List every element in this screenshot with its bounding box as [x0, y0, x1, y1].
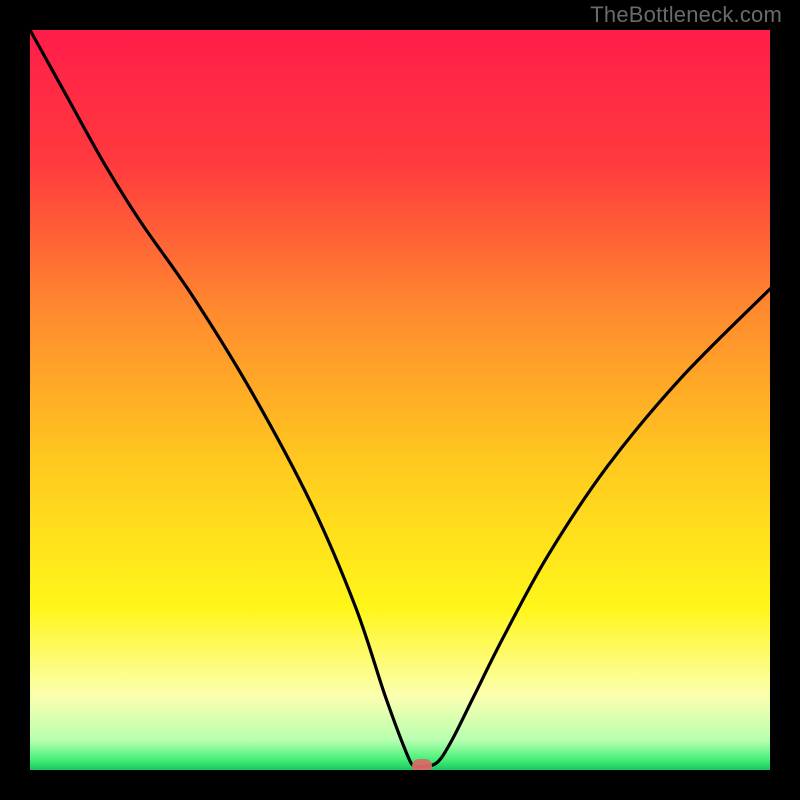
- minimum-marker: [412, 759, 432, 770]
- gradient-background: [30, 30, 770, 770]
- chart-frame: TheBottleneck.com: [0, 0, 800, 800]
- chart-svg: [30, 30, 770, 770]
- plot-area: [30, 30, 770, 770]
- watermark-text: TheBottleneck.com: [590, 2, 782, 28]
